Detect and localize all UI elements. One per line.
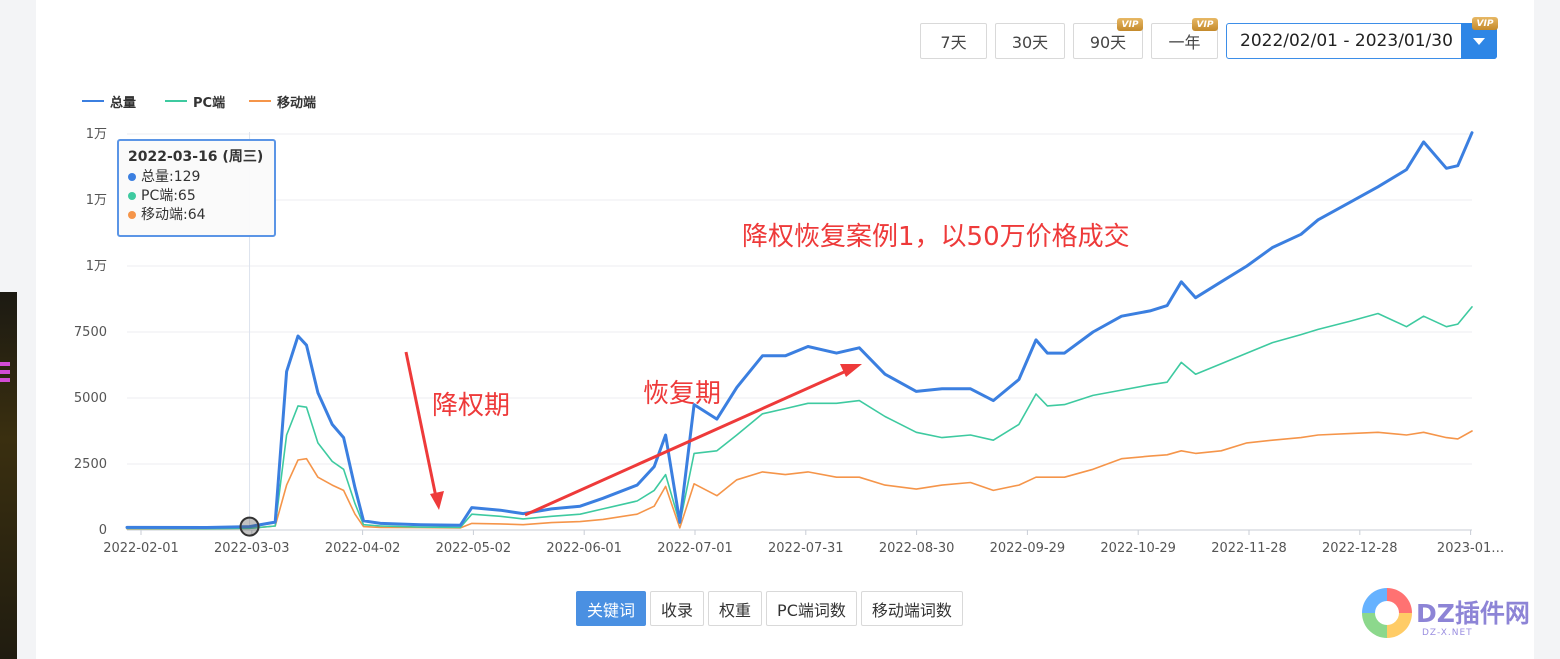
arrow-head [840,364,862,377]
x-tick-label: 2022-04-02 [325,541,401,556]
series-line [125,131,1474,529]
x-tick-label: 2022-11-28 [1211,541,1287,556]
tooltip-value: 移动端:64 [141,207,206,223]
series-line [126,430,1473,530]
x-tick-label: 2022-10-29 [1100,541,1176,556]
dot-icon [128,192,136,200]
y-tick-label: 0 [99,523,107,538]
x-tick-label: 2022-08-30 [879,541,955,556]
tab-mobile-words[interactable]: 移动端词数 [860,591,963,626]
tab-keywords[interactable]: 关键词 [576,591,647,626]
tooltip-value: PC端:65 [141,188,196,204]
dot-icon [128,173,136,181]
line-chart: 0 2500 5000 7500 1万 1万 1万 2022-02-01 2022-03-03… [74,127,1504,556]
tab-weight[interactable]: 权重 [708,591,763,626]
y-tick-label: 2500 [74,457,107,472]
annotation-label: 恢复期 [643,379,721,409]
tooltip-row-pc: PC端:65 [128,187,265,206]
x-tick-label: 2023-01… [1437,541,1504,556]
x-tick-label: 2022-03-03 [214,541,290,556]
data-tooltip: 2022-03-16 (周三) 总量:129 PC端:65 移动端:64 [117,139,276,237]
x-tick-label: 2022-12-28 [1322,541,1398,556]
y-tick-label: 7500 [74,325,107,340]
dz-logo-icon [1362,588,1412,638]
x-tick-label: 2022-05-02 [436,541,512,556]
tooltip-value: 总量:129 [141,169,201,185]
hover-marker [239,516,260,537]
tooltip-row-mobile: 移动端:64 [128,206,265,225]
y-tick-label: 1万 [86,193,107,208]
watermark-title: DZ插件网 [1416,599,1530,628]
tooltip-row-total: 总量:129 [128,168,265,187]
tab-indexed[interactable]: 收录 [650,591,705,626]
x-tick-label: 2022-02-01 [103,541,179,556]
tab-pc-words[interactable]: PC端词数 [766,591,857,626]
x-tick-label: 2022-06-01 [546,541,622,556]
metric-tabs: 关键词 收录 权重 PC端词数 移动端词数 [576,591,967,626]
annotation-label: 降权恢复案例1，以50万价格成交 [742,222,1130,252]
y-tick-label: 1万 [86,259,107,274]
tooltip-title: 2022-03-16 (周三) [128,149,264,165]
annotation-label: 降权期 [432,391,510,421]
y-tick-label: 5000 [74,391,107,406]
arrow-head [430,491,444,510]
x-tick-label: 2022-07-31 [768,541,844,556]
x-tick-label: 2022-09-29 [990,541,1066,556]
watermark: DZ插件网 DZ-X.NET [1362,588,1542,644]
watermark-sub: DZ-X.NET [1422,628,1473,638]
arrow-shaft [404,351,439,503]
y-tick-label: 1万 [86,127,107,142]
x-tick-label: 2022-07-01 [657,541,733,556]
dot-icon [128,211,136,219]
